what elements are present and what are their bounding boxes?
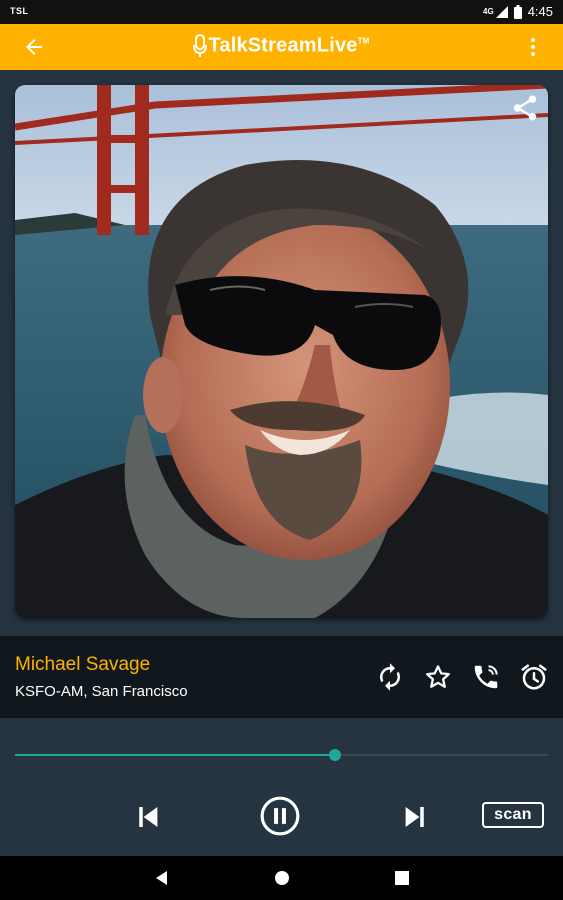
logo-text: TalkStreamLive — [208, 34, 358, 57]
now-playing-actions — [375, 662, 549, 692]
microphone-icon — [193, 34, 208, 57]
app-logo: TalkStreamLiveTM — [0, 34, 563, 58]
share-icon[interactable] — [510, 93, 540, 123]
battery-icon — [513, 4, 522, 19]
host-photo — [15, 85, 548, 618]
scan-button[interactable]: scan — [482, 802, 544, 828]
star-outline-icon[interactable] — [423, 662, 453, 692]
progress-fill — [15, 754, 335, 756]
alarm-icon[interactable] — [519, 662, 549, 692]
progress-bar[interactable] — [15, 749, 548, 761]
app-bar: TalkStreamLiveTM — [0, 24, 563, 70]
nav-back-icon[interactable] — [152, 868, 172, 888]
status-icons: 4G 4:45 — [483, 4, 553, 19]
more-vert-icon[interactable] — [521, 35, 545, 59]
nav-recents-icon[interactable] — [392, 868, 412, 888]
carrier-label: TSL — [10, 6, 29, 16]
pause-circle-icon[interactable] — [259, 795, 301, 837]
skip-previous-icon[interactable] — [133, 802, 163, 832]
phone-call-icon[interactable] — [471, 662, 501, 692]
logo-trademark: TM — [357, 36, 370, 46]
now-playing-info: Michael Savage KSFO-AM, San Francisco — [0, 636, 563, 718]
host-artwork — [15, 85, 548, 618]
signal-icon — [495, 5, 508, 18]
status-time: 4:45 — [527, 4, 553, 19]
skip-next-icon[interactable] — [400, 802, 430, 832]
network-type: 4G — [483, 7, 494, 16]
station-name[interactable]: KSFO-AM, San Francisco — [15, 683, 188, 700]
nav-home-icon[interactable] — [272, 868, 292, 888]
progress-thumb[interactable] — [328, 749, 341, 761]
system-nav-bar — [0, 856, 563, 900]
refresh-icon[interactable] — [375, 662, 405, 692]
host-name[interactable]: Michael Savage — [15, 654, 150, 676]
player-controls: scan — [0, 718, 563, 856]
status-bar: TSL 4G 4:45 — [0, 0, 563, 24]
